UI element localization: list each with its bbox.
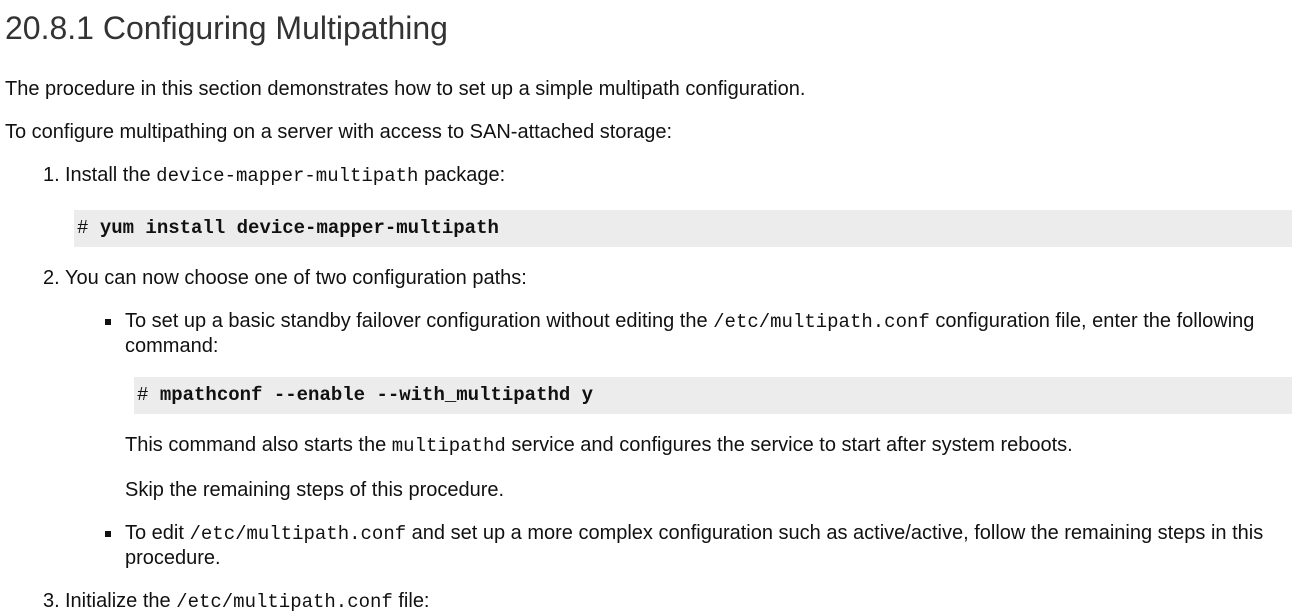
option-text: To edit /etc/multipath.conf and set up a… [125, 522, 1264, 569]
section-title: 20.8.1 Configuring Multipathing [5, 10, 448, 46]
step-1: 1. Install the device-mapper-multipath p… [5, 163, 1301, 247]
step-number: 3. [43, 590, 60, 611]
document-page: 20.8.1 Configuring Multipathing The proc… [0, 0, 1301, 611]
command-text: yum install device-mapper-multipath [99, 217, 499, 239]
config-file-code: /etc/multipath.conf [176, 591, 393, 611]
step-text: Initialize the /etc/multipath.conf file: [65, 590, 430, 611]
shell-prompt: # [137, 384, 149, 406]
step-number: 1. [43, 164, 60, 186]
lead-paragraph: To configure multipathing on a server wi… [5, 121, 673, 143]
option-complex-config: To edit /etc/multipath.conf and set up a… [65, 521, 1301, 570]
option-basic-failover: To set up a basic standby failover confi… [65, 309, 1301, 502]
intro-paragraph: The procedure in this section demonstrat… [5, 78, 806, 100]
command-block: # mpathconf --enable --with_multipathd y [134, 377, 1292, 414]
service-name-code: multipathd [391, 435, 506, 457]
bullet-icon [105, 531, 111, 537]
step-3: 3. Initialize the /etc/multipath.conf fi… [5, 589, 1301, 611]
step-number: 2. [43, 267, 60, 289]
config-file-code: /etc/multipath.conf [713, 311, 930, 333]
bullet-icon [105, 319, 111, 325]
command-block: # yum install device-mapper-multipath [74, 210, 1292, 247]
step-text: You can now choose one of two configurat… [65, 267, 527, 289]
option-text: To set up a basic standby failover confi… [125, 310, 1255, 357]
command-text: mpathconf --enable --with_multipathd y [159, 384, 594, 406]
shell-prompt: # [77, 217, 89, 239]
step-2: 2. You can now choose one of two configu… [5, 266, 1301, 570]
config-file-code: /etc/multipath.conf [189, 523, 407, 545]
command-note: This command also starts the multipathd … [125, 434, 1073, 457]
package-name-code: device-mapper-multipath [156, 165, 419, 187]
skip-note: Skip the remaining steps of this procedu… [125, 479, 505, 501]
configuration-options: To set up a basic standby failover confi… [65, 309, 1301, 570]
step-text: Install the device-mapper-multipath pack… [65, 164, 506, 187]
procedure-steps: 1. Install the device-mapper-multipath p… [5, 163, 1301, 611]
